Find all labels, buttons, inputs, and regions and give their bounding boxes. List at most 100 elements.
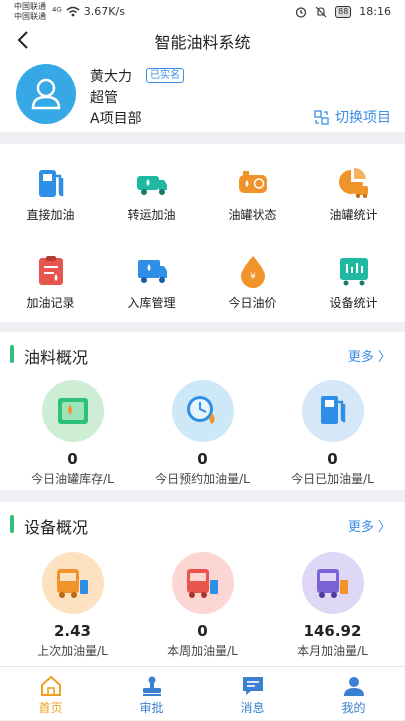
stat-value: 0 xyxy=(197,622,208,640)
equipment-overview-header: 设备概况 更多 〉 xyxy=(0,502,405,546)
tanker-truck-icon xyxy=(136,176,167,195)
clock-fuel-icon xyxy=(186,396,214,424)
equipment-overview-section: 设备概况 更多 〉 2.43 上次加油量/L 0 本周加油量/L 146.92 … xyxy=(0,502,405,666)
status-system: 88 18:16 xyxy=(295,5,391,18)
status-bar: 中国联通 中国联通 ⁴ᴳ 3.67K/s 88 18:16 xyxy=(0,0,405,26)
message-icon xyxy=(242,677,263,695)
stat-last-refuel[interactable]: 2.43 上次加油量/L xyxy=(5,552,140,659)
menu-direct-refuel[interactable]: 直接加油 xyxy=(0,150,101,230)
avatar[interactable] xyxy=(16,64,76,124)
tab-label: 消息 xyxy=(240,701,265,715)
stat-caption: 上次加油量/L xyxy=(37,644,108,658)
section-title: 设备概况 xyxy=(24,518,89,537)
stat-circle xyxy=(171,552,234,614)
stat-circle xyxy=(301,552,364,614)
section-title: 油料概况 xyxy=(24,348,89,367)
stat-weekly-refuel[interactable]: 0 本周加油量/L xyxy=(135,552,270,659)
status-network: ⁴ᴳ 3.67K/s xyxy=(52,5,125,18)
home-icon xyxy=(40,675,61,696)
stat-caption: 今日油罐库存/L xyxy=(31,472,114,486)
carrier-info: 中国联通 中国联通 xyxy=(14,2,46,22)
user-avatar-icon xyxy=(31,78,61,110)
stat-monthly-refuel[interactable]: 146.92 本月加油量/L xyxy=(265,552,400,659)
user-department: A项目部 xyxy=(90,111,142,127)
oil-price-icon: ¥ xyxy=(240,256,265,288)
equipment-overview-more-link[interactable]: 更多 〉 xyxy=(348,516,391,535)
switch-project-button[interactable]: 切换项目 xyxy=(314,107,391,127)
fuel-record-icon xyxy=(38,256,63,285)
menu-label: 转运加油 xyxy=(127,208,176,222)
stat-tank-stock[interactable]: 0 今日油罐库存/L xyxy=(5,380,140,487)
menu-tank-stats[interactable]: 油罐统计 xyxy=(303,150,404,230)
nav-bar: 智能油料系统 xyxy=(0,26,405,56)
user-icon xyxy=(343,677,364,696)
oil-overview-more-link[interactable]: 更多 〉 xyxy=(348,346,391,365)
stat-refueled-today[interactable]: 0 今日已加油量/L xyxy=(265,380,400,487)
alarm-icon xyxy=(296,6,307,18)
signal-label: ⁴ᴳ xyxy=(52,5,62,18)
carrier-label-1: 中国联通 xyxy=(14,2,46,11)
tank-stock-icon xyxy=(57,398,88,424)
menu-label: 设备统计 xyxy=(329,296,378,310)
switch-project-label: 切换项目 xyxy=(335,110,391,126)
svg-text:¥: ¥ xyxy=(250,272,256,282)
device-stats-icon xyxy=(339,258,368,286)
truck-fuel-icon xyxy=(316,569,348,598)
profile-card: 黄大力 已实名 超管 A项目部 切换项目 xyxy=(0,56,405,132)
switch-icon xyxy=(314,109,329,125)
function-grid: 直接加油 转运加油 油罐状态 油罐统计 加油记录 入库管理 ¥ 今日油价 设备统… xyxy=(0,144,405,322)
wifi-icon xyxy=(66,6,80,17)
truck-fuel-icon xyxy=(186,569,218,598)
stamp-icon xyxy=(142,676,161,696)
menu-tank-status[interactable]: 油罐状态 xyxy=(202,150,303,230)
menu-label: 油罐统计 xyxy=(329,208,378,222)
menu-transfer-refuel[interactable]: 转运加油 xyxy=(101,150,202,230)
truck-fuel-icon xyxy=(56,569,88,598)
battery-indicator: 88 xyxy=(335,5,352,18)
tab-label: 我的 xyxy=(341,701,366,715)
oil-overview-section: 油料概况 更多 〉 0 今日油罐库存/L 0 今日预约加油量/L 0 今日已加油… xyxy=(0,332,405,490)
section-accent-bar xyxy=(10,345,14,363)
warehouse-truck-icon xyxy=(137,260,167,283)
tab-profile[interactable]: 我的 xyxy=(303,667,404,721)
menu-label: 入库管理 xyxy=(127,296,176,310)
menu-device-stats[interactable]: 设备统计 xyxy=(303,238,404,318)
tank-status-icon xyxy=(238,171,267,193)
stat-reserved-refuel[interactable]: 0 今日预约加油量/L xyxy=(135,380,270,487)
tab-label: 审批 xyxy=(139,701,164,715)
fuel-pump-icon xyxy=(38,170,63,197)
tank-stats-icon xyxy=(338,167,368,198)
bottom-tab-bar: 首页 审批 消息 我的 xyxy=(0,666,405,720)
stat-circle xyxy=(41,552,104,614)
tab-messages[interactable]: 消息 xyxy=(202,667,303,721)
verified-badge: 已实名 xyxy=(146,68,184,83)
menu-label: 油罐状态 xyxy=(228,208,277,222)
stat-caption: 本月加油量/L xyxy=(297,644,368,658)
stat-value: 0 xyxy=(67,450,78,468)
stat-value: 2.43 xyxy=(53,622,91,640)
stat-value: 0 xyxy=(197,450,208,468)
menu-today-price[interactable]: ¥ 今日油价 xyxy=(202,238,303,318)
stat-circle xyxy=(41,380,104,442)
menu-storage-management[interactable]: 入库管理 xyxy=(101,238,202,318)
tab-home[interactable]: 首页 xyxy=(0,667,101,721)
section-accent-bar xyxy=(10,515,14,533)
stat-value: 146.92 xyxy=(303,622,362,640)
stat-caption: 今日预约加油量/L xyxy=(155,472,250,486)
oil-overview-header: 油料概况 更多 〉 xyxy=(0,332,405,376)
stat-circle xyxy=(171,380,234,442)
network-speed: 3.67K/s xyxy=(83,5,125,18)
menu-refuel-records[interactable]: 加油记录 xyxy=(0,238,101,318)
stat-circle xyxy=(301,380,364,442)
menu-label: 加油记录 xyxy=(26,296,75,310)
carrier-label-2: 中国联通 xyxy=(14,12,46,21)
tab-label: 首页 xyxy=(38,701,63,715)
page-title: 智能油料系统 xyxy=(154,33,251,52)
user-name: 黄大力 xyxy=(90,69,132,85)
fuel-pump-icon xyxy=(320,396,345,424)
tab-approval[interactable]: 审批 xyxy=(101,667,202,721)
menu-label: 直接加油 xyxy=(26,208,75,222)
stat-value: 0 xyxy=(327,450,338,468)
user-role: 超管 xyxy=(90,90,118,106)
stat-caption: 今日已加油量/L xyxy=(291,472,374,486)
